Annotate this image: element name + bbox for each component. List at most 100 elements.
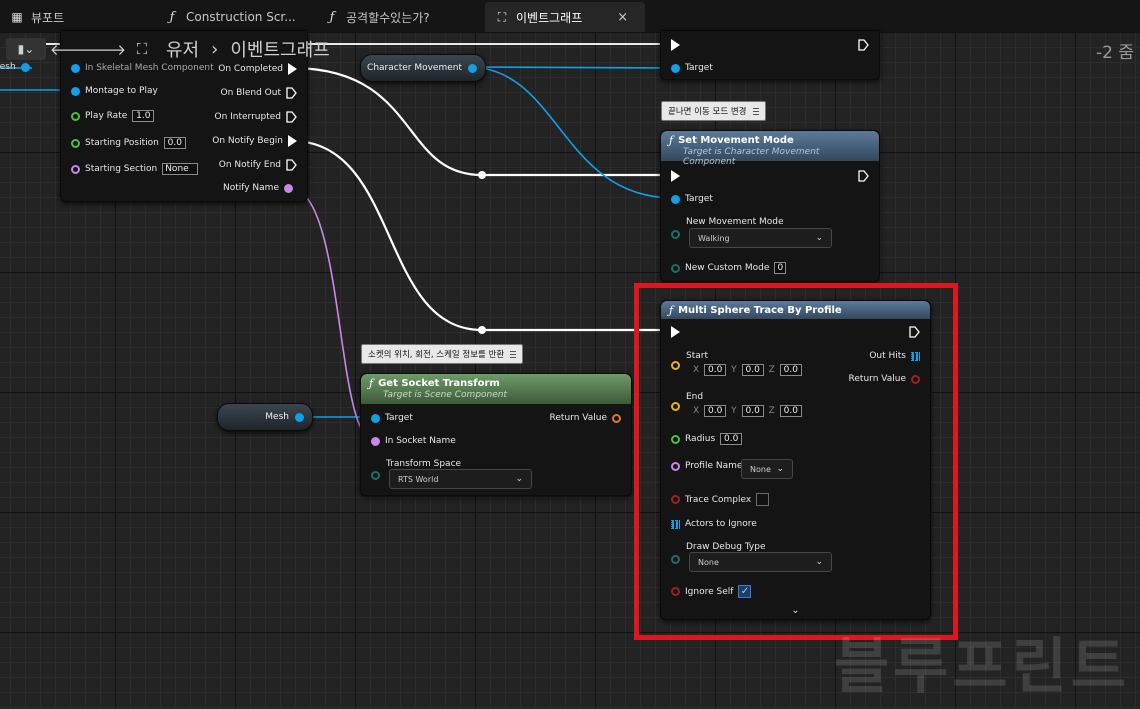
pin-label: Return Value bbox=[549, 413, 607, 423]
pin-label: Notify Name bbox=[222, 183, 279, 193]
object-pin[interactable] bbox=[295, 412, 304, 422]
comment-bubble-movement[interactable]: 끝나면 이동 모드 변경 bbox=[661, 101, 766, 121]
function-icon: ƒ bbox=[669, 134, 674, 147]
breadcrumb-separator: › bbox=[211, 38, 219, 60]
object-pin[interactable] bbox=[71, 86, 80, 96]
exec-out-pin[interactable] bbox=[286, 159, 297, 171]
watermark: 블루프린트 bbox=[834, 632, 1130, 702]
byte-pin[interactable] bbox=[371, 471, 380, 480]
chevron-down-icon: ⌄ bbox=[815, 233, 823, 243]
target-pin-row: Target bbox=[671, 63, 713, 73]
pin-label: Transform Space bbox=[386, 459, 462, 469]
pin-label: Target bbox=[685, 194, 713, 204]
exec-out-pin[interactable] bbox=[288, 135, 297, 147]
pin-label: In Skeletal Mesh Component bbox=[85, 63, 214, 73]
comment-text: 끝나면 이동 모드 변경 bbox=[668, 107, 747, 117]
mesh-stub[interactable]: Mesh bbox=[0, 62, 30, 72]
comment-text: 소켓의 위치, 회전, 스케일 정보를 반환 bbox=[368, 350, 505, 360]
node-title: Set Movement Mode bbox=[678, 135, 794, 146]
node-subtitle: Target is Scene Component bbox=[383, 390, 508, 400]
float-pin[interactable] bbox=[71, 138, 80, 148]
highlight-box bbox=[634, 283, 958, 640]
transform-space-dropdown[interactable]: RTS World ⌄ bbox=[389, 469, 532, 489]
exec-in-pin[interactable] bbox=[671, 39, 680, 51]
exec-out-pin[interactable] bbox=[286, 111, 297, 123]
set-movement-mode-node[interactable]: ƒ Set Movement Mode Target is Character M… bbox=[660, 130, 880, 282]
bookmark-icon[interactable]: ▮⌄ bbox=[6, 38, 46, 60]
tab-bar: ▦ 뷰포트 ƒ Construction Scr... ƒ 공격할수있는가? ⛶… bbox=[0, 0, 1140, 32]
name-pin[interactable] bbox=[371, 436, 380, 446]
name-pin[interactable] bbox=[284, 183, 293, 193]
tab-viewport[interactable]: ▦ 뷰포트 bbox=[0, 2, 155, 32]
play-rate-input[interactable]: 1.0 bbox=[132, 110, 155, 122]
pin-label: On Notify Begin bbox=[212, 136, 283, 146]
breadcrumb: ▮⌄ 🡐 🡒 ⛶ 유저 › 이벤트그래프 bbox=[6, 36, 330, 62]
object-pin[interactable] bbox=[71, 63, 80, 73]
back-arrow-icon[interactable]: 🡐 bbox=[50, 38, 90, 60]
function-icon: ƒ bbox=[369, 377, 374, 390]
event-graph-icon: ⛶ bbox=[497, 9, 507, 24]
exec-out-pin[interactable] bbox=[286, 87, 297, 99]
exec-out-pin[interactable] bbox=[858, 39, 869, 51]
play-rate-pin-row: Play Rate 1.0 bbox=[71, 110, 155, 122]
starting-position-pin-row: Starting Position 0.0 bbox=[71, 137, 186, 149]
pin-label: New Custom Mode bbox=[685, 263, 770, 273]
starting-section-input[interactable]: None bbox=[162, 163, 199, 175]
starting-section-pin-row: Starting Section None bbox=[71, 163, 199, 175]
pin-label: On Notify End bbox=[218, 160, 281, 170]
object-pin[interactable] bbox=[671, 194, 680, 204]
new-custom-mode-pin-row: New Custom Mode 0 bbox=[671, 262, 787, 274]
pin-label: Montage to Play bbox=[85, 86, 158, 96]
name-pin[interactable] bbox=[71, 164, 80, 174]
object-pin[interactable] bbox=[671, 63, 680, 73]
object-pin[interactable] bbox=[371, 413, 380, 423]
target-pin-row: Target bbox=[671, 194, 713, 204]
skeletal-mesh-pin-row: In Skeletal Mesh Component bbox=[71, 63, 214, 73]
close-icon[interactable]: × bbox=[617, 10, 628, 25]
notify-name-pin-row: Notify Name bbox=[223, 183, 293, 193]
top-call-node[interactable]: Target bbox=[660, 30, 880, 80]
tab-label: 이벤트그래프 bbox=[516, 10, 583, 25]
byte-pin[interactable] bbox=[671, 263, 680, 273]
tab-construction-script[interactable]: ƒ Construction Scr... bbox=[155, 2, 315, 32]
node-title: Get Socket Transform bbox=[378, 378, 500, 389]
forward-arrow-icon[interactable]: 🡒 bbox=[86, 38, 126, 60]
custom-mode-input[interactable]: 0 bbox=[774, 262, 787, 274]
target-pin-row: Target bbox=[371, 413, 413, 423]
pin-label: On Completed bbox=[218, 64, 283, 74]
float-pin[interactable] bbox=[71, 111, 80, 121]
exec-out-pin[interactable] bbox=[858, 170, 869, 182]
variable-label: Character Movement bbox=[367, 63, 462, 73]
node-header: ƒ Set Movement Mode Target is Character M… bbox=[661, 131, 879, 167]
breadcrumb-item[interactable]: 유저 bbox=[166, 36, 199, 62]
new-movement-mode-label-row: New Movement Mode bbox=[686, 217, 784, 227]
tab-can-attack[interactable]: ƒ 공격할수있는가? bbox=[315, 2, 485, 32]
on-notify-begin-pin-row: On Notify Begin bbox=[212, 135, 297, 147]
socket-name-pin-row: In Socket Name bbox=[371, 436, 456, 446]
movement-mode-dropdown[interactable]: Walking ⌄ bbox=[689, 228, 832, 248]
variable-label: Mesh bbox=[265, 412, 289, 422]
tab-label: 뷰포트 bbox=[31, 10, 65, 25]
breadcrumb-item[interactable]: 이벤트그래프 bbox=[230, 36, 329, 62]
event-graph-icon: ⛶ bbox=[136, 40, 148, 58]
transform-pin[interactable] bbox=[612, 413, 621, 423]
mesh-variable[interactable]: Mesh bbox=[217, 403, 313, 431]
on-completed-pin-row: On Completed bbox=[218, 63, 297, 75]
zoom-level: -2 줌 bbox=[1096, 43, 1134, 63]
viewport-icon: ▦ bbox=[11, 10, 23, 24]
transform-space-label-row: Transform Space bbox=[386, 459, 461, 469]
grip-icon bbox=[510, 350, 517, 358]
starting-position-input[interactable]: 0.0 bbox=[163, 137, 186, 149]
tab-event-graph[interactable]: ⛶ 이벤트그래프 × bbox=[485, 2, 645, 32]
object-pin[interactable] bbox=[468, 63, 477, 73]
object-pin[interactable] bbox=[20, 62, 30, 72]
exec-out-pin[interactable] bbox=[288, 63, 297, 75]
get-socket-transform-node[interactable]: ƒ Get Socket Transform Target is Scene Co… bbox=[360, 373, 632, 496]
dropdown-value: RTS World bbox=[398, 474, 439, 484]
pin-label: Target bbox=[385, 413, 413, 423]
exec-in-pin[interactable] bbox=[671, 170, 680, 182]
byte-pin[interactable] bbox=[671, 230, 680, 239]
comment-bubble-socket[interactable]: 소켓의 위치, 회전, 스케일 정보를 반환 bbox=[361, 344, 524, 364]
pin-label: Play Rate bbox=[85, 111, 128, 121]
character-movement-variable[interactable]: Character Movement bbox=[360, 54, 486, 82]
